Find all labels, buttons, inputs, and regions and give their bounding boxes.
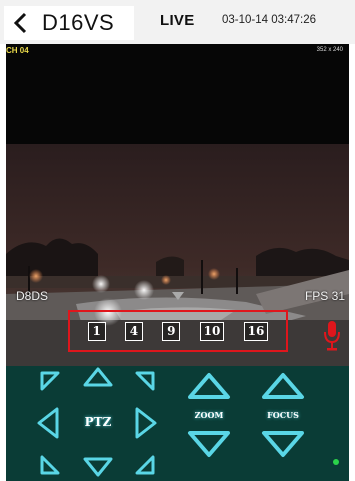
channel-label: CH 04 xyxy=(6,46,29,55)
dvr-name-label: D8DS xyxy=(16,289,49,303)
ptz-label: PTZ xyxy=(84,415,112,429)
back-chevron-icon xyxy=(13,12,27,34)
arrow-up-left-icon xyxy=(40,371,60,391)
pan-right-button[interactable] xyxy=(134,406,158,440)
arrow-down-right-icon xyxy=(135,455,155,475)
live-mode-label: LIVE xyxy=(160,12,195,29)
top-bar: D16VS LIVE 03-10-14 03:47:26 xyxy=(0,0,355,44)
device-title: D16VS xyxy=(42,10,115,35)
video-feed[interactable]: CH 04 352 x 240 D8DS FPS 31 1 4 9 10 16 xyxy=(6,44,349,366)
focus-label: FOCUS xyxy=(267,410,299,420)
focus-far-button[interactable] xyxy=(261,430,305,458)
datetime-label: 03-10-14 03:47:26 xyxy=(222,14,316,26)
split-1-button[interactable]: 1 xyxy=(87,321,106,341)
arrow-down-left-icon xyxy=(40,455,60,475)
split-16-button[interactable]: 16 xyxy=(243,321,269,341)
zoom-out-button[interactable] xyxy=(187,430,231,458)
arrow-down-icon xyxy=(262,431,304,457)
pan-up-left-button[interactable] xyxy=(39,370,61,392)
arrow-left-icon xyxy=(37,407,59,439)
arrow-up-icon xyxy=(83,367,113,387)
split-view-selector: 1 4 9 10 16 xyxy=(68,310,288,352)
arrow-down-icon xyxy=(83,457,113,477)
pan-up-button[interactable] xyxy=(82,366,114,388)
pan-down-left-button[interactable] xyxy=(39,454,61,476)
pan-down-right-button[interactable] xyxy=(134,454,156,476)
mic-icon[interactable] xyxy=(323,320,341,352)
focus-near-button[interactable] xyxy=(261,372,305,400)
back-button[interactable]: D16VS xyxy=(4,6,134,40)
ptz-control-panel: PTZ ZOOM FOCUS xyxy=(6,366,349,481)
arrow-up-right-icon xyxy=(135,371,155,391)
pan-up-right-button[interactable] xyxy=(134,370,156,392)
connection-status-indicator xyxy=(333,459,339,465)
arrow-up-icon xyxy=(262,373,304,399)
pan-down-button[interactable] xyxy=(82,456,114,478)
split-4-button[interactable]: 4 xyxy=(124,321,143,341)
zoom-label: ZOOM xyxy=(194,410,224,420)
arrow-right-icon xyxy=(135,407,157,439)
pan-left-button[interactable] xyxy=(36,406,60,440)
arrow-down-icon xyxy=(188,431,230,457)
zoom-in-button[interactable] xyxy=(187,372,231,400)
split-10-button[interactable]: 10 xyxy=(199,321,225,341)
split-9-button[interactable]: 9 xyxy=(162,321,181,341)
fps-label: FPS 31 xyxy=(304,289,345,303)
resolution-label: 352 x 240 xyxy=(316,47,343,53)
arrow-up-icon xyxy=(188,373,230,399)
